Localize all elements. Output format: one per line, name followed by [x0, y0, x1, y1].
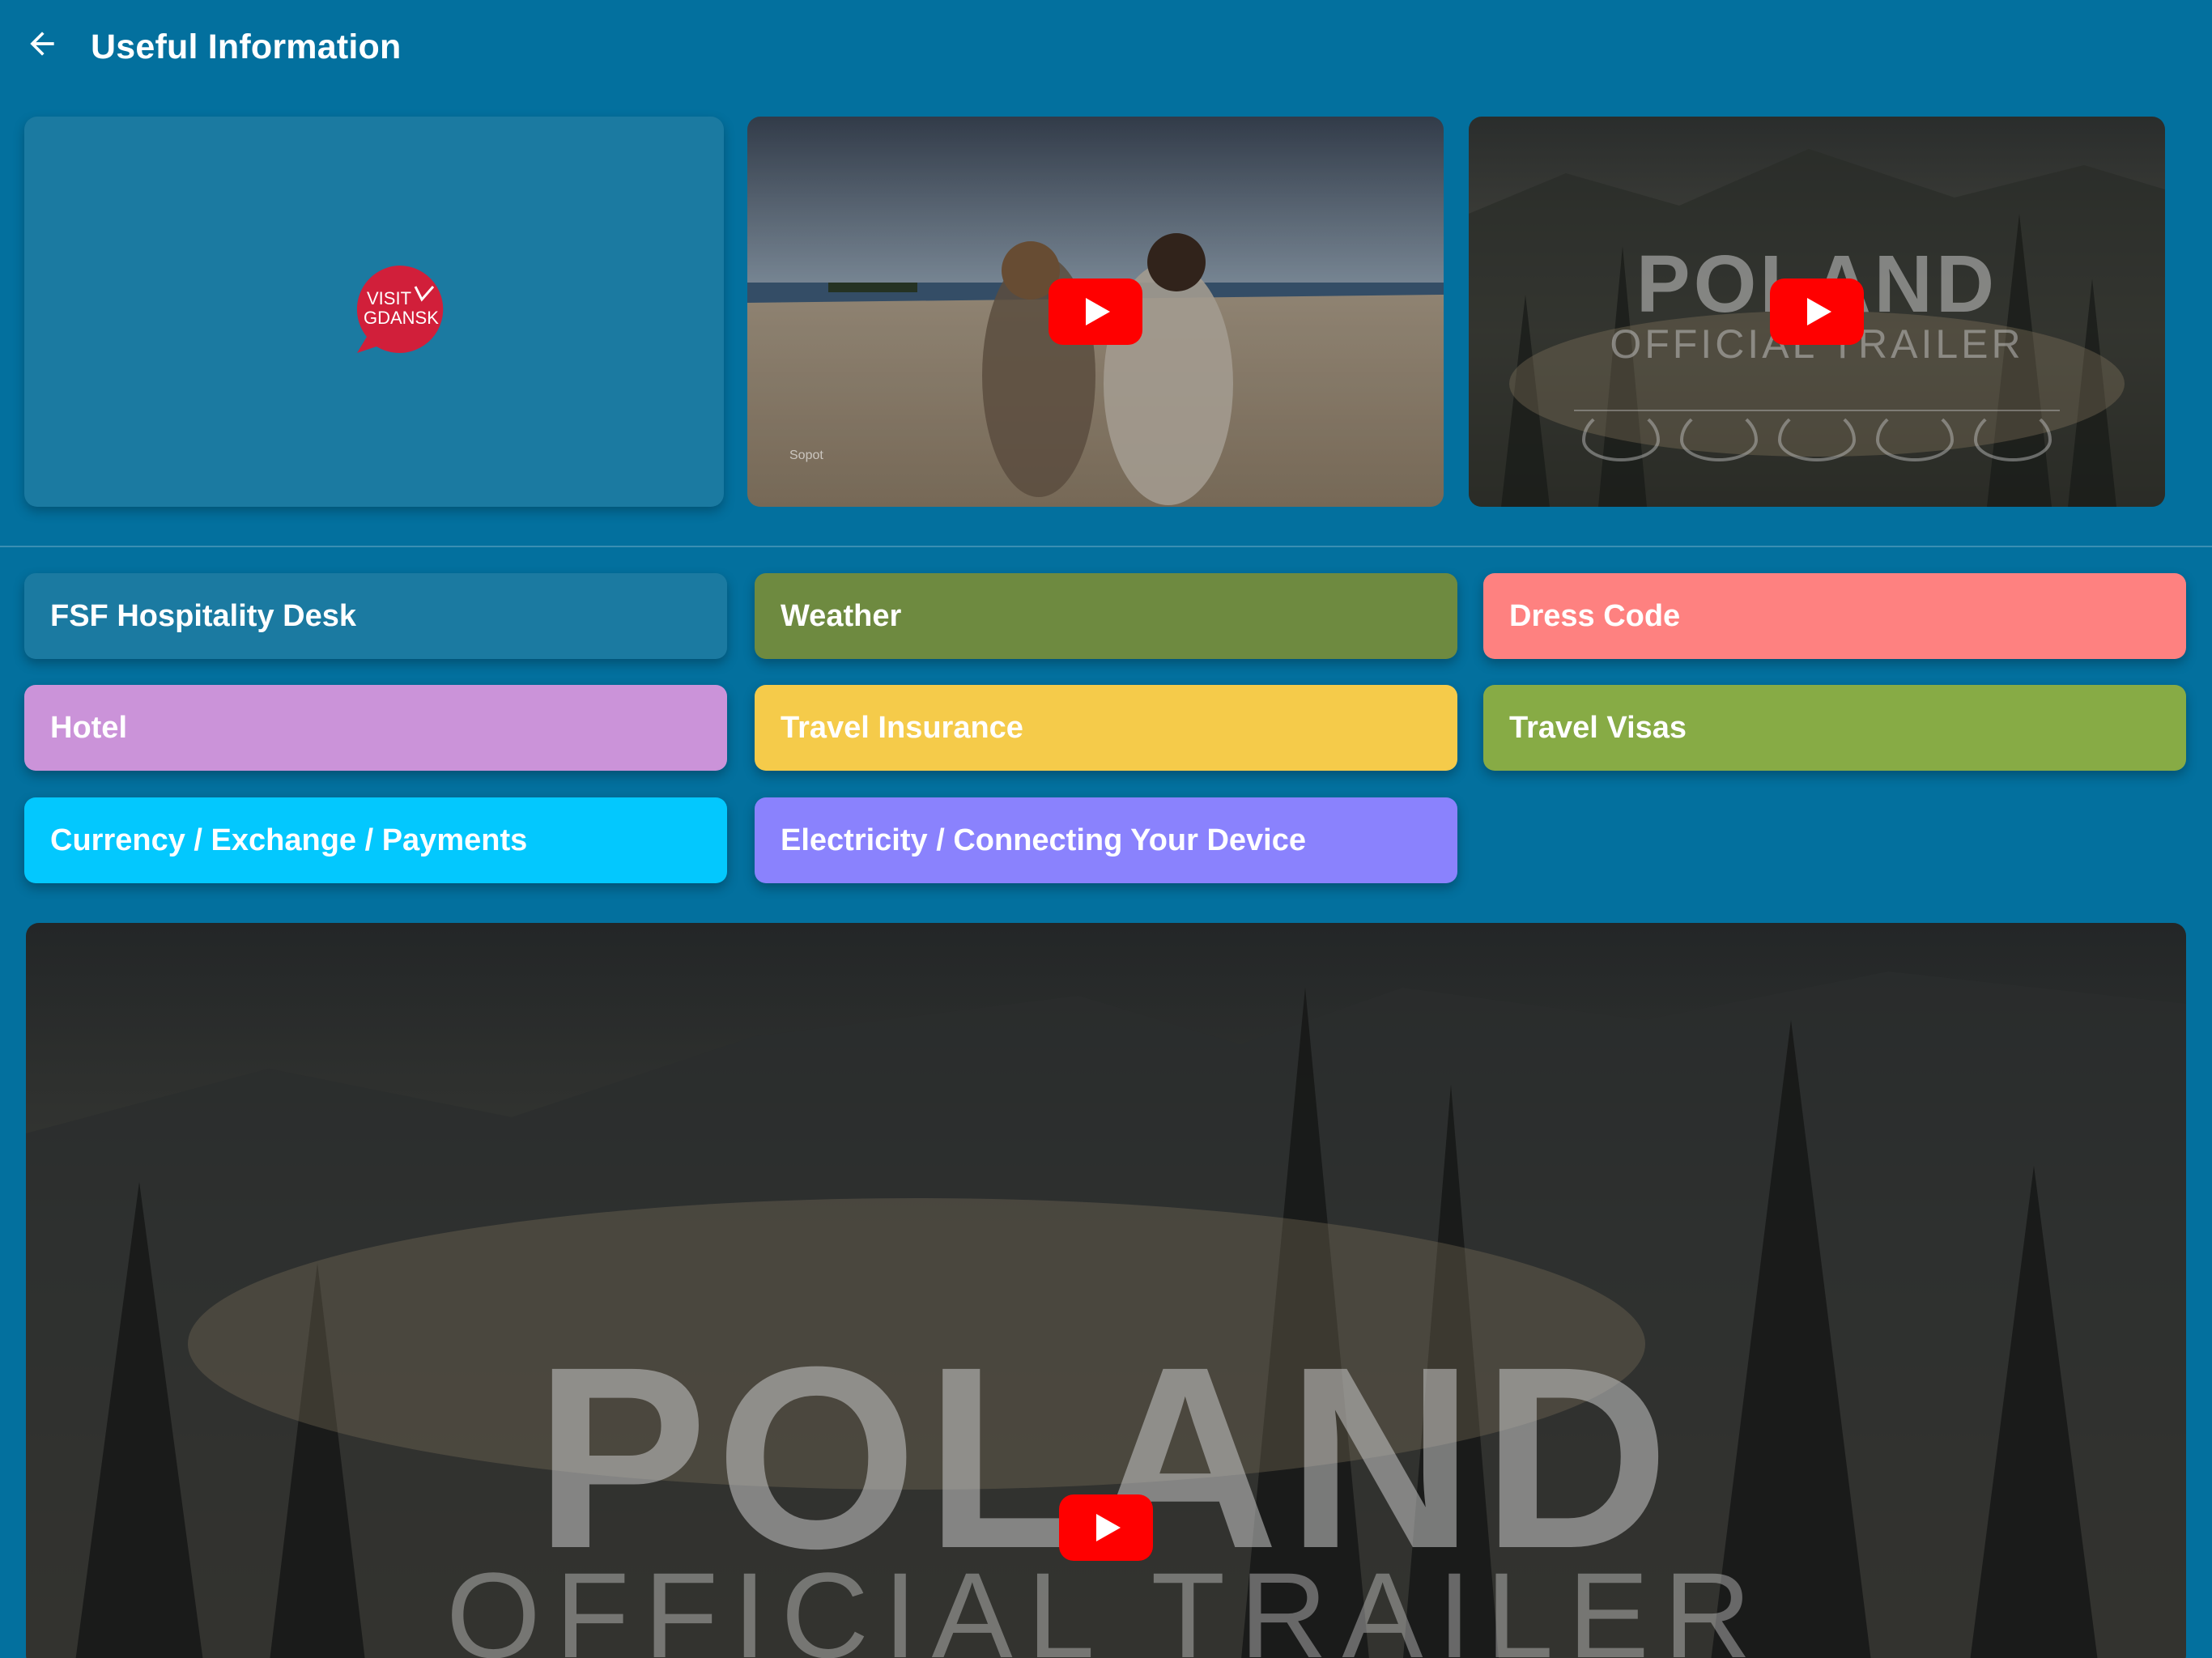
category-label: Travel Insurance	[781, 710, 1023, 745]
category-button-electricity[interactable]: Electricity / Connecting Your Device	[755, 797, 1457, 883]
arrow-left-icon	[30, 32, 54, 56]
category-button-dress-code[interactable]: Dress Code	[1483, 573, 2186, 659]
video-subtitle-overlay: OFFICIAL TRAILER	[446, 1547, 1766, 1658]
category-button-weather[interactable]: Weather	[755, 573, 1457, 659]
back-button[interactable]	[18, 19, 66, 68]
category-label: Hotel	[50, 710, 127, 745]
category-button-currency[interactable]: Currency / Exchange / Payments	[24, 797, 727, 883]
laurel-icon	[1974, 408, 2052, 461]
category-label: Currency / Exchange / Payments	[50, 823, 528, 857]
category-button-travel-visas[interactable]: Travel Visas	[1483, 685, 2186, 771]
category-button-hotel[interactable]: Hotel	[24, 685, 727, 771]
page-title: Useful Information	[91, 28, 402, 66]
laurel-icon	[1582, 408, 1660, 461]
section-divider	[0, 546, 2212, 547]
laurel-icon	[1778, 408, 1856, 461]
visit-gdansk-logo: VISIT GDANSK	[356, 265, 444, 353]
category-label: Dress Code	[1509, 598, 1681, 633]
category-button-hospitality-desk[interactable]: FSF Hospitality Desk	[24, 573, 727, 659]
youtube-play-icon[interactable]	[1770, 278, 1864, 345]
category-label: Electricity / Connecting Your Device	[781, 823, 1307, 857]
visit-gdansk-card[interactable]: VISIT GDANSK	[24, 117, 724, 507]
youtube-play-icon[interactable]	[1059, 1494, 1153, 1561]
video-thumbnail-beach[interactable]: Sopot	[747, 117, 1444, 507]
laurel-icon	[1680, 408, 1758, 461]
featured-video-player[interactable]: POLAND OFFICIAL TRAILER	[26, 923, 2186, 1658]
top-app-bar: Useful Information	[0, 0, 2212, 96]
svg-text:GDANSK: GDANSK	[364, 308, 439, 328]
category-label: FSF Hospitality Desk	[50, 598, 356, 633]
youtube-play-icon[interactable]	[1049, 278, 1142, 345]
category-label: Weather	[781, 598, 902, 633]
svg-text:VISIT: VISIT	[367, 288, 411, 308]
video-location-caption: Sopot	[789, 449, 823, 462]
laurel-icon	[1876, 408, 1954, 461]
category-button-travel-insurance[interactable]: Travel Insurance	[755, 685, 1457, 771]
category-label: Travel Visas	[1509, 710, 1687, 745]
award-laurels	[1582, 408, 2052, 465]
video-thumbnail-poland-trailer[interactable]: POLAND OFFICIAL TRAILER	[1469, 117, 2165, 507]
